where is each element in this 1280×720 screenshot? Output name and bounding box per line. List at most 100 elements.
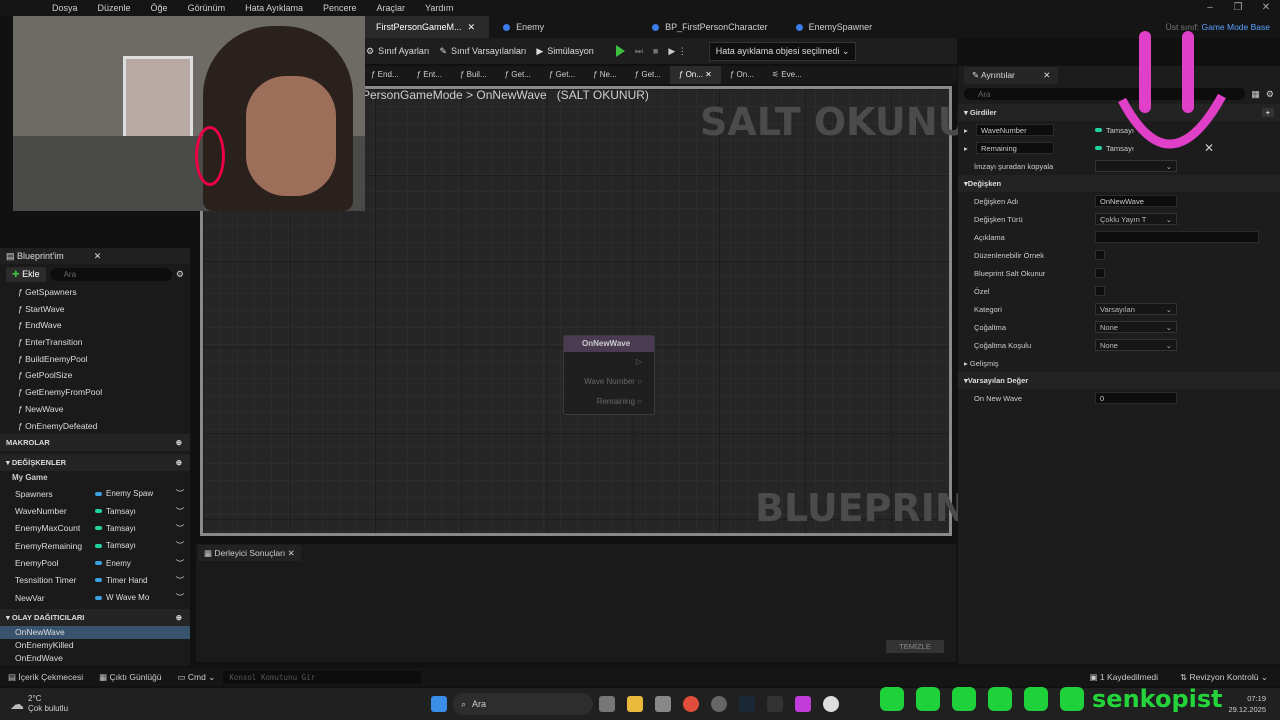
menu-debug[interactable]: Hata Ayıklama bbox=[235, 3, 313, 13]
plus-icon[interactable]: ⊕ bbox=[176, 609, 182, 626]
fn-tab-active[interactable]: ƒ On... ✕ bbox=[669, 66, 721, 84]
fn-tab[interactable]: ƒ Ne... bbox=[584, 66, 626, 84]
stop-button[interactable]: ■ bbox=[653, 46, 658, 56]
tab-enemy[interactable]: Enemy bbox=[489, 16, 558, 38]
tab-gamemode[interactable]: FirstPersonGameM... ✕ bbox=[362, 16, 490, 38]
tab-compiler-results[interactable]: ▦ Derleyici Sonuçları ✕ bbox=[198, 545, 301, 561]
exec-pin[interactable]: ▷ bbox=[564, 352, 654, 372]
class-settings-button[interactable]: ⚙ Sınıf Ayarları bbox=[366, 46, 429, 57]
tab-details[interactable]: ✎ Ayrıntılar ✕ bbox=[964, 66, 1059, 84]
windows-start-icon[interactable] bbox=[431, 696, 447, 712]
list-item[interactable]: ƒ EnterTransition bbox=[0, 334, 190, 351]
private-checkbox[interactable] bbox=[1095, 286, 1105, 296]
menu-file[interactable]: Dosya bbox=[42, 3, 88, 13]
replication-condition-select[interactable]: None ⌄ bbox=[1095, 339, 1177, 351]
input-name-field[interactable]: Remaining bbox=[976, 142, 1054, 154]
epic-games-icon[interactable] bbox=[767, 696, 783, 712]
console-input[interactable]: Konsol Komutunu Gir bbox=[223, 670, 422, 684]
class-defaults-button[interactable]: ✎ Sınıf Varsayılanları bbox=[439, 46, 526, 57]
variable-category[interactable]: My Game bbox=[0, 471, 190, 485]
play-options-button[interactable]: ▶ ⋮ bbox=[668, 46, 686, 57]
weather-widget[interactable]: ☁ 2°C Çok bulutlu bbox=[0, 694, 170, 714]
fn-tab[interactable]: ƒ Buil... bbox=[451, 66, 496, 84]
list-item[interactable]: ƒ BuildEnemyPool bbox=[0, 351, 190, 368]
list-item[interactable]: ƒ EndWave bbox=[0, 317, 190, 334]
variable-section[interactable]: ▾ Değişken bbox=[958, 175, 1280, 192]
fn-tab[interactable]: ƒ On... bbox=[721, 66, 763, 84]
menu-asset[interactable]: Öğe bbox=[141, 3, 178, 13]
default-value-section[interactable]: ▾ Varsayılan Değer bbox=[958, 372, 1280, 389]
chrome-icon[interactable] bbox=[683, 696, 699, 712]
plus-icon[interactable]: ⊕ bbox=[176, 454, 182, 471]
app-icon[interactable] bbox=[795, 696, 811, 712]
replication-select[interactable]: None ⌄ bbox=[1095, 321, 1177, 333]
list-item[interactable]: ƒ GetEnemyFromPool bbox=[0, 384, 190, 401]
node-pin-wave-number[interactable]: Wave Number ○ bbox=[564, 372, 654, 392]
node-pin-remaining[interactable]: Remaining ○ bbox=[564, 392, 654, 412]
fn-tab[interactable]: ƒ Ent... bbox=[408, 66, 451, 84]
variable-row[interactable]: EnemyRemaining Tamsayı ︶ bbox=[0, 537, 190, 554]
content-drawer-button[interactable]: ▤ İçerik Çekmecesi bbox=[0, 672, 91, 683]
close-icon[interactable]: ✕ bbox=[1252, 0, 1280, 16]
input-name-field[interactable]: WaveNumber bbox=[976, 124, 1054, 136]
function-entry-node[interactable]: OnNewWave ▷ Wave Number ○ Remaining ○ bbox=[563, 335, 655, 415]
clear-button[interactable]: TEMİZLE bbox=[886, 640, 944, 653]
variable-row[interactable]: Spawners Enemy Spaw ︶ bbox=[0, 485, 190, 502]
variable-row[interactable]: WaveNumber Tamsayı ︶ bbox=[0, 502, 190, 519]
close-icon[interactable]: ✕ bbox=[94, 251, 102, 262]
file-explorer-icon[interactable] bbox=[627, 696, 643, 712]
list-item[interactable]: OnEnemyKilled bbox=[0, 639, 190, 652]
steam-icon[interactable] bbox=[739, 696, 755, 712]
list-item[interactable]: ƒ NewWave bbox=[0, 401, 190, 418]
advanced-section[interactable]: ▸ Gelişmiş bbox=[958, 354, 1280, 372]
minimize-icon[interactable]: – bbox=[1196, 0, 1224, 16]
gear-icon[interactable]: ⚙ bbox=[176, 269, 184, 280]
blueprint-search-input[interactable]: Ara bbox=[49, 267, 172, 281]
menu-edit[interactable]: Düzenle bbox=[88, 3, 141, 13]
play-button[interactable] bbox=[615, 45, 625, 57]
variable-row[interactable]: Tesnsition Timer Timer Hand ︶ bbox=[0, 572, 190, 589]
list-item[interactable]: ƒ StartWave bbox=[0, 301, 190, 318]
fn-tab[interactable]: ƒ End... bbox=[362, 66, 408, 84]
visibility-eye-icon[interactable]: ︶ bbox=[176, 506, 190, 517]
visibility-eye-icon[interactable]: ︶ bbox=[176, 558, 190, 569]
add-button[interactable]: ✚ Ekle bbox=[6, 266, 46, 282]
default-value-field[interactable]: 0 bbox=[1095, 392, 1177, 404]
unsaved-button[interactable]: ▣ 1 Kaydedilmedi bbox=[1080, 672, 1169, 683]
variable-row[interactable]: EnemyPool Enemy ︶ bbox=[0, 554, 190, 571]
list-item[interactable]: OnEndWave bbox=[0, 652, 190, 665]
gear-icon[interactable]: ⚙ bbox=[1266, 89, 1274, 100]
list-item[interactable]: ƒ GetSpawners bbox=[0, 284, 190, 301]
visibility-eye-icon[interactable]: ︶ bbox=[176, 540, 190, 551]
category-select[interactable]: Varsayılan ⌄ bbox=[1095, 303, 1177, 315]
menu-help[interactable]: Yardım bbox=[415, 3, 463, 13]
simulation-button[interactable]: ▶ Simülasyon bbox=[536, 46, 593, 57]
store-icon[interactable] bbox=[655, 696, 671, 712]
editable-checkbox[interactable] bbox=[1095, 250, 1105, 260]
list-item[interactable]: ƒ OnEnemyDefeated bbox=[0, 418, 190, 435]
fn-tab[interactable]: ƒ Get... bbox=[496, 66, 540, 84]
maximize-icon[interactable]: ❐ bbox=[1224, 0, 1252, 16]
variable-type-select[interactable]: Çoklu Yayın T ⌄ bbox=[1095, 213, 1177, 225]
fn-tab[interactable]: ƒ Get... bbox=[540, 66, 584, 84]
variable-row[interactable]: NewVar W Wave Mo ︶ bbox=[0, 589, 190, 606]
debug-object-select[interactable]: Hata ayıklama objesi seçilmedi ⌄ bbox=[708, 41, 857, 61]
plus-icon[interactable]: ⊕ bbox=[176, 434, 182, 451]
visibility-eye-icon[interactable]: ︶ bbox=[176, 575, 190, 586]
step-button[interactable]: ⏭ bbox=[635, 46, 643, 57]
clock[interactable]: 07:19 29.12.2025 bbox=[1228, 693, 1280, 715]
variables-section[interactable]: ▾ DEĞİŞKENLER ⊕ bbox=[0, 454, 190, 472]
variable-name-field[interactable]: OnNewWave bbox=[1095, 195, 1177, 207]
plus-icon[interactable]: + bbox=[1261, 108, 1274, 117]
dispatchers-section[interactable]: ▾ OLAY DAĞITICILARI ⊕ bbox=[0, 609, 190, 627]
taskbar-search[interactable]: ⌕ Ara bbox=[453, 693, 593, 715]
readonly-checkbox[interactable] bbox=[1095, 268, 1105, 278]
list-item[interactable]: ƒ GetPoolSize bbox=[0, 367, 190, 384]
variable-row[interactable]: EnemyMaxCount Tamsayı ︶ bbox=[0, 520, 190, 537]
tab-enemyspawner[interactable]: EnemySpawner bbox=[782, 16, 887, 38]
description-field[interactable] bbox=[1095, 231, 1259, 243]
close-icon[interactable]: ✕ bbox=[705, 70, 712, 79]
unreal-engine-icon[interactable] bbox=[823, 696, 839, 712]
revision-control-button[interactable]: ⇅ Revizyon Kontrolü ⌄ bbox=[1168, 672, 1280, 683]
fn-tab[interactable]: ƒ Get... bbox=[626, 66, 670, 84]
